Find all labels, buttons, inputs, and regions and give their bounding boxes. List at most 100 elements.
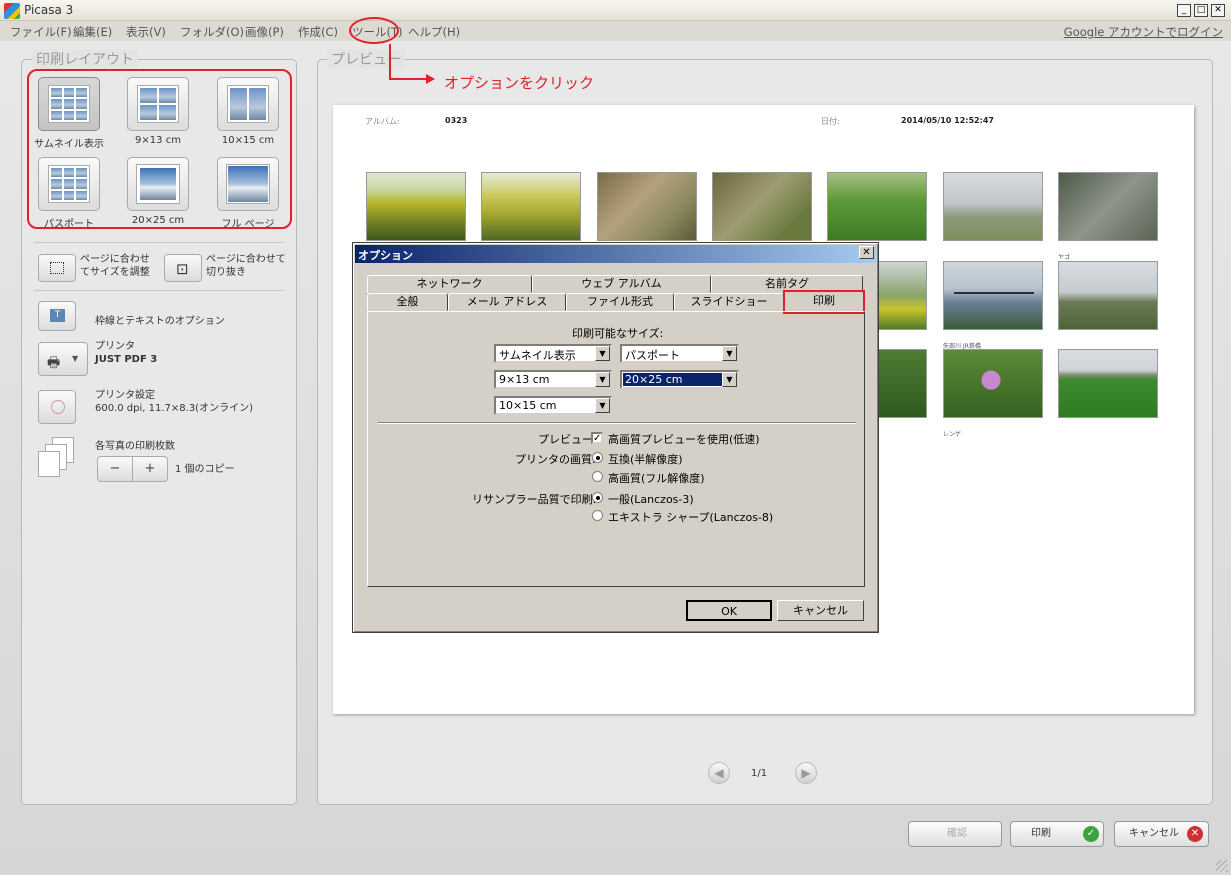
close-icon[interactable]: ✕ [1211,4,1225,17]
print-button-label: 印刷 [1031,828,1051,839]
cancel-button[interactable]: キャンセル ✕ [1114,821,1209,847]
printer-settings-icon[interactable] [38,390,76,424]
size-combo-value: 20×25 cm [623,373,723,386]
chevron-down-icon: ▼ [595,398,610,413]
minimize-icon[interactable]: _ [1177,4,1191,17]
tools-highlight-annotation [349,17,399,44]
dialog-cancel-button[interactable]: キャンセル [777,600,864,621]
preview-label: プレビュー: [538,433,597,446]
printer-label: プリンタ [95,341,135,352]
resample-sharp-label: エキストラ シャープ(Lanczos-8) [608,511,774,524]
resample-sharp-radio[interactable] [592,510,603,521]
photo-thumbnail [597,172,697,241]
album-value: 0323 [445,116,468,125]
cancel-x-icon: ✕ [1187,826,1203,842]
maximize-icon[interactable]: □ [1194,4,1208,17]
size-combo-value: サムネイル表示 [499,349,576,362]
tab-web-album[interactable]: ウェブ アルバム [532,275,711,293]
quality-compat-radio[interactable] [592,452,603,463]
fit-adjust-label: ページに合わせてサイズを調整 [80,254,150,278]
photo-thumbnail [943,349,1043,418]
divider [34,242,284,243]
resize-grip[interactable] [1216,860,1228,872]
photo-thumbnail [1058,349,1158,418]
printer-name: JUST PDF 3 [95,354,158,365]
border-text-options-label: 枠線とテキストのオプション [95,316,225,327]
print-tab-content [367,311,865,587]
copies-value: 1 個のコピー [175,464,235,475]
divider [34,290,284,291]
resample-normal-radio[interactable] [592,492,603,503]
tab-file-format[interactable]: ファイル形式 [566,293,674,311]
menu-view[interactable]: 表示(V) [126,24,166,40]
printable-sizes-label: 印刷可能なサイズ: [572,327,664,340]
chevron-down-icon: ▼ [595,346,610,361]
menu-image[interactable]: 画像(P) [245,24,284,40]
annotation-arrow [389,44,391,79]
menu-file[interactable]: ファイル(F) [10,24,72,40]
chevron-down-icon: ▼ [595,372,610,387]
size-combo-value: 10×15 cm [499,399,557,412]
tab-slideshow[interactable]: スライドショー [674,293,784,311]
resample-normal-label: 一般(Lanczos-3) [608,493,694,506]
print-button[interactable]: 印刷 ✓ [1010,821,1104,847]
dialog-title: オプション [355,245,876,263]
printer-settings-label: プリンタ設定 [95,390,155,401]
print-layout-legend: 印刷レイアウト [32,49,138,69]
menu-folder[interactable]: フォルダ(O) [180,24,244,40]
dialog-close-icon[interactable]: ✕ [859,246,874,259]
size-combo[interactable]: 10×15 cm ▼ [494,396,612,415]
copies-label: 各写真の印刷枚数 [95,441,175,452]
hq-preview-checkbox[interactable]: ✓ [591,432,603,444]
google-login-link[interactable]: Google アカウントでログイン [1064,24,1223,40]
quality-high-label: 高画質(フル解像度) [608,472,705,485]
size-combo[interactable]: 9×13 cm ▼ [494,370,612,389]
photo-thumbnail [712,172,812,241]
fit-adjust-button[interactable] [38,254,76,282]
increase-copies-button[interactable]: + [132,456,168,482]
menu-edit[interactable]: 編集(E) [73,24,112,40]
photo-thumbnail [827,172,927,241]
size-combo-focused[interactable]: 20×25 cm ▼ [620,370,739,389]
title-bar [0,0,1231,21]
size-combo-value: パスポート [625,349,680,362]
quality-high-radio[interactable] [592,471,603,482]
decrease-copies-button[interactable]: − [97,456,133,482]
tab-email[interactable]: メール アドレス [448,293,566,311]
tab-network[interactable]: ネットワーク [367,275,532,293]
photo-thumbnail [366,172,466,241]
tab-general[interactable]: 全般 [367,293,448,311]
photo-thumbnail [943,261,1043,330]
crop-icon[interactable]: ⊡ [164,254,202,282]
dialog-ok-button[interactable]: OK [686,600,772,621]
window-title: Picasa 3 [24,3,74,17]
menu-create[interactable]: 作成(C) [298,24,338,40]
copies-photos-icon [38,437,78,477]
check-icon: ✓ [1083,826,1099,842]
fit-crop-label: ページに合わせて切り抜き [206,254,286,278]
printer-settings-value: 600.0 dpi, 11.7×8.3(オンライン) [95,403,253,414]
date-value: 2014/05/10 12:52:47 [901,116,994,125]
photo-thumbnail [481,172,581,241]
printer-dropdown[interactable]: 🖶 ▼ [38,342,88,376]
photo-thumbnail [943,172,1043,241]
photo-thumbnail [1058,261,1158,330]
chevron-down-icon: ▼ [722,372,737,387]
hq-preview-label: 高画質プレビューを使用(低速) [608,433,760,446]
divider [378,422,856,424]
photo-thumbnail [1058,172,1158,241]
photo-caption: レンゲ [943,431,962,438]
confirm-button[interactable]: 確認 [908,821,1002,847]
prev-page-icon[interactable]: ◀ [708,762,730,784]
resample-label: リサンプラー品質で印刷: [472,493,597,506]
text-border-icon[interactable]: T [38,301,76,331]
date-label: 日付: [821,117,840,126]
menu-help[interactable]: ヘルプ(H) [408,24,460,40]
chevron-down-icon: ▼ [722,346,737,361]
size-combo[interactable]: サムネイル表示 ▼ [494,344,612,363]
annotation-arrowhead [426,74,435,84]
next-page-icon[interactable]: ▶ [795,762,817,784]
size-combo[interactable]: パスポート ▼ [620,344,739,363]
quality-compat-label: 互換(半解像度) [608,453,683,466]
page-indicator: 1/1 [751,768,768,779]
